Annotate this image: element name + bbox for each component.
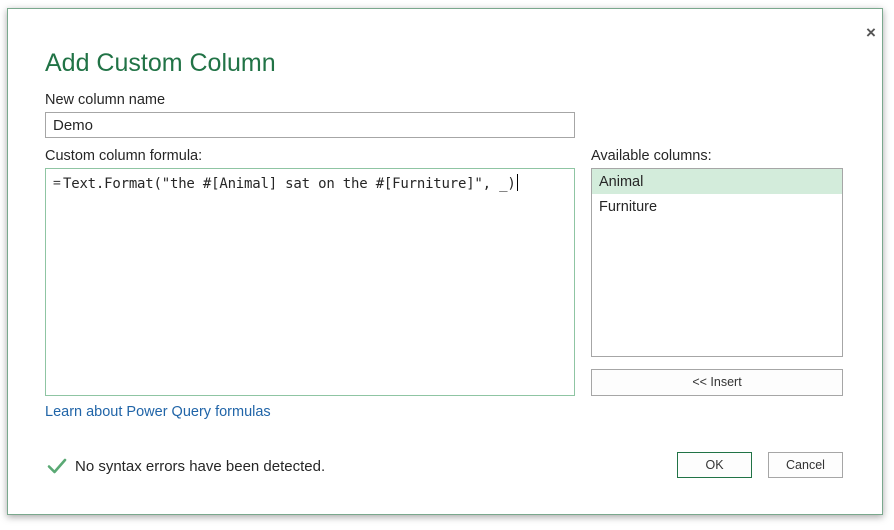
add-custom-column-dialog: × Add Custom Column New column name Cust… bbox=[7, 8, 883, 515]
available-columns-list[interactable]: Animal Furniture bbox=[591, 168, 843, 357]
ok-button[interactable]: OK bbox=[677, 452, 752, 478]
formula-text: Text.Format("the #[Animal] sat on the #[… bbox=[63, 174, 518, 192]
insert-button[interactable]: << Insert bbox=[591, 369, 843, 396]
column-item-animal[interactable]: Animal bbox=[592, 169, 842, 194]
available-columns-label: Available columns: bbox=[591, 148, 712, 164]
column-item-furniture[interactable]: Furniture bbox=[592, 194, 842, 219]
new-column-name-input[interactable] bbox=[45, 112, 575, 138]
close-button[interactable]: × bbox=[863, 24, 879, 41]
formula-value: Text.Format("the #[Animal] sat on the #[… bbox=[63, 176, 516, 192]
new-column-name-label: New column name bbox=[45, 92, 166, 108]
status-message: No syntax errors have been detected. bbox=[75, 457, 326, 475]
syntax-status: No syntax errors have been detected. bbox=[47, 456, 325, 476]
cancel-button[interactable]: Cancel bbox=[768, 452, 843, 478]
formula-prefix: = bbox=[53, 176, 61, 191]
dialog-title: Add Custom Column bbox=[45, 49, 276, 77]
learn-power-query-link[interactable]: Learn about Power Query formulas bbox=[45, 404, 271, 420]
custom-column-formula-label: Custom column formula: bbox=[45, 148, 203, 164]
text-caret bbox=[516, 174, 518, 191]
formula-editor[interactable]: = Text.Format("the #[Animal] sat on the … bbox=[45, 168, 575, 396]
check-icon bbox=[47, 458, 67, 474]
